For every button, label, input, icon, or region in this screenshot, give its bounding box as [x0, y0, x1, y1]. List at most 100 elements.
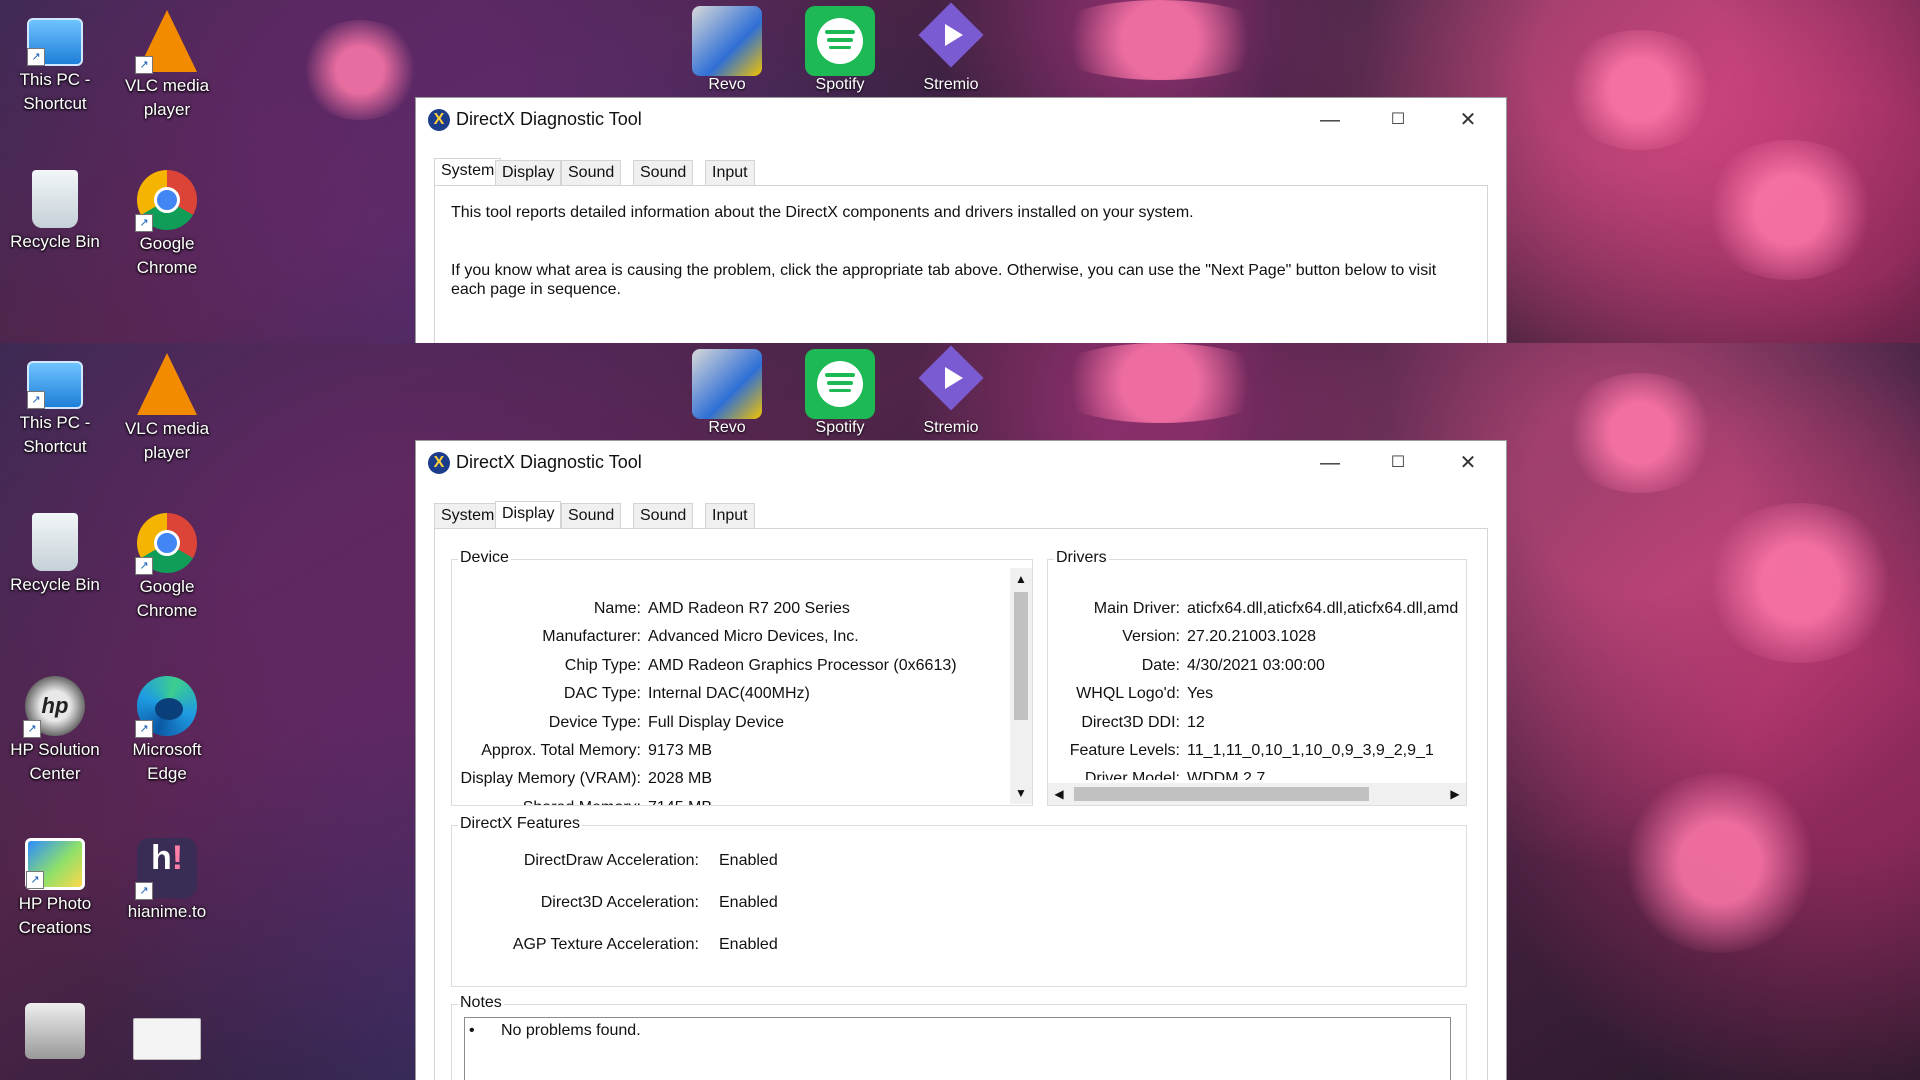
- device-row: Manufacturer: Advanced Micro Devices, Inc…: [452, 628, 1007, 650]
- drivers-horizontal-scrollbar[interactable]: ◀ ▶: [1048, 783, 1466, 805]
- device-row: Shared Memory: 7145 MB: [452, 799, 1007, 805]
- desktop-icon-hianime[interactable]: h! ↗ hianime.to: [119, 838, 215, 924]
- device-row: DAC Type: Internal DAC(400MHz): [452, 685, 1007, 707]
- chrome-icon: ↗: [135, 170, 197, 232]
- close-button[interactable]: ✕: [1438, 102, 1498, 138]
- drivers-group: Drivers Main Driver: aticfx64.dll,aticfx6…: [1047, 549, 1467, 806]
- desktop-icon-label: Spotify: [815, 76, 865, 93]
- desktop-icon-label: Recycle Bin: [10, 232, 100, 251]
- driver-row: Main Driver: aticfx64.dll,aticfx64.dll,at…: [1048, 600, 1466, 622]
- vlc-icon: [137, 353, 197, 415]
- desktop-icon-stremio[interactable]: Stremio: [907, 345, 995, 437]
- minimize-button[interactable]: —: [1300, 102, 1360, 138]
- tab-system[interactable]: System: [434, 158, 502, 187]
- field-label: Device Type:: [548, 713, 641, 731]
- desktop-icon-hp-photo-creations[interactable]: ↗ HP Photo Creations: [7, 838, 103, 940]
- desktop-icon-label: This PC - Shortcut: [19, 413, 91, 456]
- scroll-left-arrow-icon[interactable]: ◀: [1048, 783, 1070, 805]
- desktop-icon-label: Revo: [708, 419, 746, 436]
- dxdiag-window[interactable]: X DirectX Diagnostic Tool — ☐ ✕ System D…: [415, 97, 1507, 343]
- desktop-icon-file[interactable]: [119, 1018, 215, 1062]
- device-vertical-scrollbar[interactable]: ▲ ▼: [1010, 568, 1032, 804]
- edge-icon: ↗: [135, 676, 197, 738]
- title-bar[interactable]: X DirectX Diagnostic Tool — ☐ ✕: [416, 441, 1506, 485]
- desktop-icon-revo[interactable]: Revo: [683, 349, 771, 437]
- field-value: Yes: [1187, 685, 1214, 703]
- vlc-icon: ↗: [135, 10, 197, 74]
- field-value: 11_1,11_0,10_1,10_0,9_3,9_2,9_1: [1187, 742, 1434, 759]
- driver-row: Direct3D DDI: 12: [1048, 714, 1466, 736]
- wallpaper-blossom: [1040, 343, 1280, 423]
- shortcut-arrow-icon: ↗: [27, 48, 45, 66]
- field-value: aticfx64.dll,aticfx64.dll,aticfx64.dll,a…: [1187, 600, 1459, 617]
- desktop-icon-this-pc[interactable]: ↗ This PC - Shortcut: [7, 10, 103, 116]
- field-label: Approx. Total Memory:: [481, 742, 641, 759]
- stremio-icon: [916, 345, 986, 419]
- field-label: Main Driver:: [1093, 600, 1180, 617]
- desktop-icon-recycle-bin[interactable]: Recycle Bin: [7, 170, 103, 254]
- scroll-up-arrow-icon[interactable]: ▲: [1010, 568, 1032, 590]
- desktop-icon-revo[interactable]: Revo: [683, 6, 771, 94]
- spotify-icon: [805, 349, 875, 419]
- desktop-icon-printer[interactable]: [7, 1003, 103, 1061]
- file-thumbnail-icon: [133, 1018, 201, 1060]
- desktop-icon-edge[interactable]: ↗ Microsoft Edge: [119, 676, 215, 786]
- notes-item: No problems found.: [501, 1022, 641, 1039]
- desktop-icon-label: Google Chrome: [136, 234, 198, 277]
- field-value: 7145 MB: [648, 799, 712, 805]
- close-button[interactable]: ✕: [1438, 445, 1498, 481]
- desktop-icon-vlc[interactable]: ↗ VLC media player: [119, 10, 215, 122]
- desktop-icon-vlc[interactable]: VLC media player: [119, 353, 215, 465]
- stremio-icon: [916, 2, 986, 76]
- scroll-thumb[interactable]: [1074, 787, 1369, 801]
- notes-label: Notes: [458, 994, 504, 1012]
- wallpaper-blossom: [1040, 0, 1280, 80]
- field-value: 4/30/2021 03:00:00: [1187, 656, 1325, 674]
- title-bar[interactable]: X DirectX Diagnostic Tool — ☐ ✕: [416, 98, 1506, 142]
- tab-input[interactable]: Input: [705, 503, 755, 529]
- dxdiag-window[interactable]: X DirectX Diagnostic Tool — ☐ ✕ System D…: [415, 440, 1507, 1080]
- desktop-icon-hp-solution-center[interactable]: hp ↗ HP Solution Center: [7, 676, 103, 786]
- desktop-icon-spotify[interactable]: Spotify: [796, 349, 884, 437]
- desktop-icon-spotify[interactable]: Spotify: [796, 6, 884, 94]
- desktop-icon-chrome[interactable]: ↗ Google Chrome: [119, 513, 215, 623]
- tab-system[interactable]: System: [434, 503, 502, 529]
- tab-sound-1[interactable]: Sound 1: [561, 503, 622, 548]
- field-label: Name:: [593, 600, 641, 617]
- field-value: Enabled: [719, 936, 778, 953]
- desktop-icon-this-pc[interactable]: ↗ This PC - Shortcut: [7, 353, 103, 459]
- revo-icon: [692, 349, 762, 419]
- maximize-button[interactable]: ☐: [1368, 445, 1428, 481]
- tab-sound-1[interactable]: Sound 1: [561, 160, 622, 205]
- field-value: WDDM 2.7: [1187, 770, 1266, 780]
- printer-icon: [25, 1003, 85, 1059]
- scroll-right-arrow-icon[interactable]: ▶: [1444, 783, 1466, 805]
- maximize-button[interactable]: ☐: [1368, 102, 1428, 138]
- minimize-button[interactable]: —: [1300, 445, 1360, 481]
- feature-row: DirectDraw Acceleration: Enabled: [452, 852, 1466, 874]
- tab-sound-2[interactable]: Sound 2: [633, 503, 694, 548]
- window-title: DirectX Diagnostic Tool: [456, 452, 642, 472]
- scroll-down-arrow-icon[interactable]: ▼: [1010, 782, 1032, 804]
- device-row: Device Type: Full Display Device: [452, 714, 1007, 736]
- tab-display[interactable]: Display: [495, 160, 562, 186]
- field-value: 12: [1187, 713, 1205, 731]
- intro-text: This tool reports detailed information a…: [451, 204, 1194, 221]
- field-label: Shared Memory:: [523, 799, 641, 805]
- desktop-icon-recycle-bin[interactable]: Recycle Bin: [7, 513, 103, 597]
- field-value: 2028 MB: [648, 770, 713, 788]
- screen-top: ↗ This PC - Shortcut Recycle Bin ↗ VLC m…: [0, 0, 1920, 343]
- field-label: Display Memory (VRAM):: [460, 770, 641, 788]
- desktop-icon-chrome[interactable]: ↗ Google Chrome: [119, 170, 215, 280]
- desktop-icon-stremio[interactable]: Stremio: [907, 2, 995, 94]
- tab-display[interactable]: Display: [495, 501, 562, 530]
- scroll-thumb[interactable]: [1014, 592, 1028, 720]
- wallpaper-blossom: [1700, 140, 1880, 280]
- driver-row: Date: 4/30/2021 03:00:00: [1048, 657, 1466, 679]
- notes-box[interactable]: • No problems found.: [464, 1017, 1451, 1080]
- shortcut-arrow-icon: ↗: [26, 871, 44, 889]
- tab-input[interactable]: Input: [705, 160, 755, 186]
- driver-row: Feature Levels: 11_1,11_0,10_1,10_0,9_3,9…: [1048, 742, 1466, 764]
- tab-sound-2[interactable]: Sound 2: [633, 160, 694, 205]
- field-value: 27.20.21003.1028: [1187, 628, 1317, 646]
